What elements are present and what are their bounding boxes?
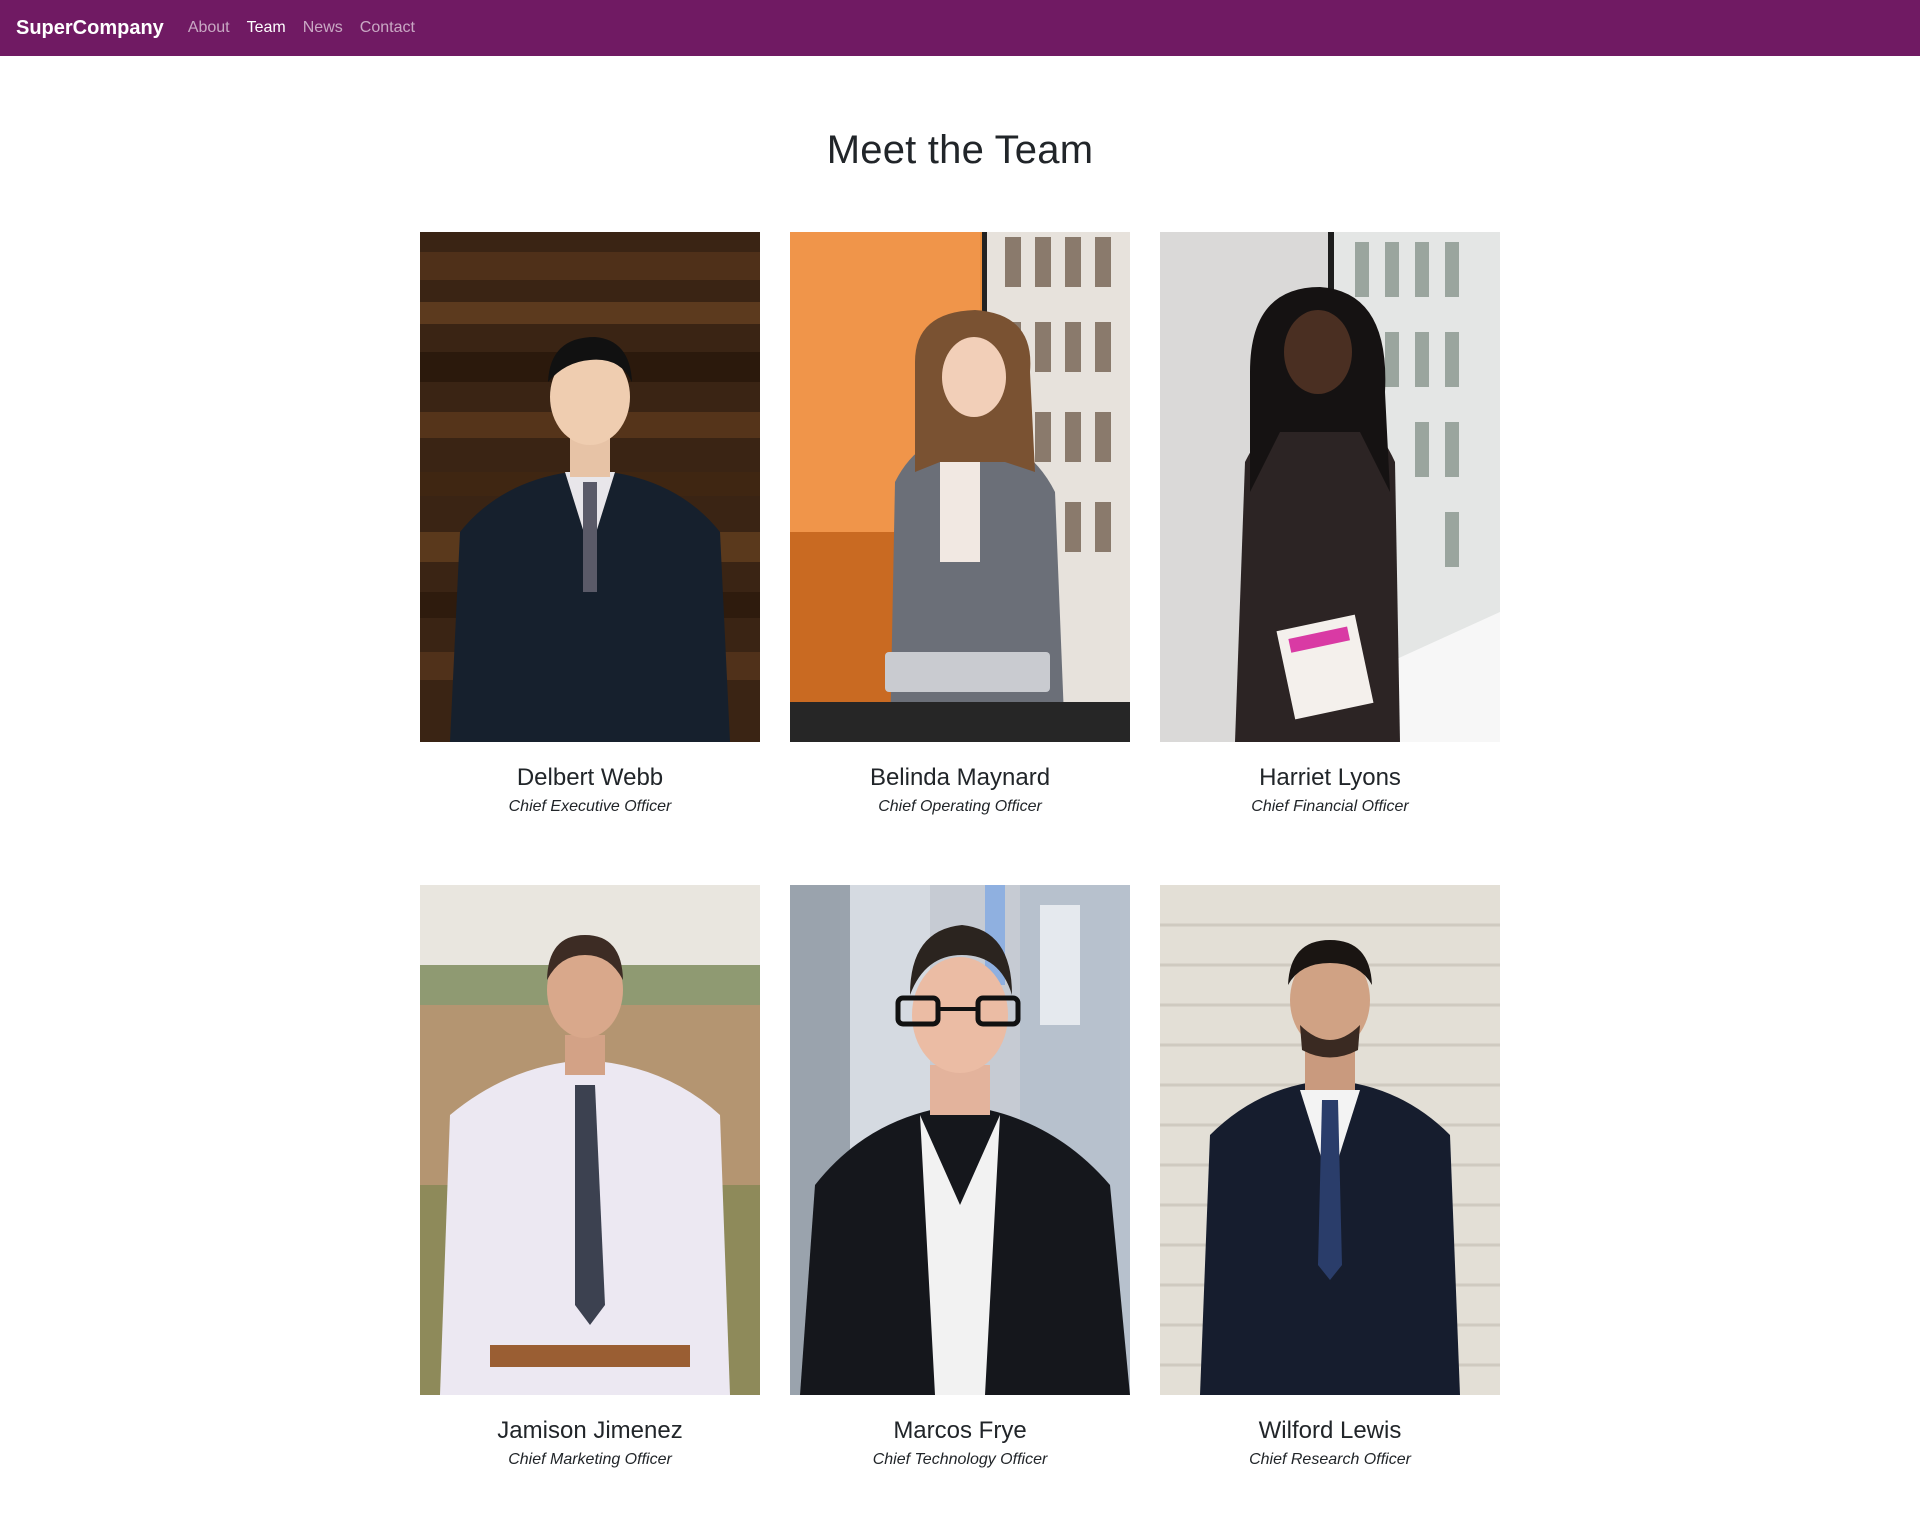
page-title: Meet the Team — [826, 128, 1094, 172]
member-name: Jamison Jimenez — [497, 1417, 683, 1444]
member-name: Belinda Maynard — [869, 764, 1051, 791]
brand-link[interactable]: SuperCompany — [16, 17, 164, 40]
member-name: Delbert Webb — [516, 764, 664, 791]
member-photo — [420, 885, 760, 1395]
member-photo — [790, 885, 1130, 1395]
member-role: Chief Technology Officer — [872, 1451, 1048, 1468]
team-grid: Delbert Webb Chief Executive Officer Bel… — [420, 232, 1500, 1538]
member-role: Chief Marketing Officer — [508, 1451, 672, 1468]
nav-link-news[interactable]: News — [303, 19, 343, 37]
nav-link-contact[interactable]: Contact — [360, 19, 415, 37]
member-role: Chief Financial Officer — [1251, 798, 1409, 815]
member-photo — [790, 232, 1130, 742]
nav-link-team[interactable]: Team — [247, 19, 286, 37]
member-role: Chief Research Officer — [1249, 1451, 1411, 1468]
member-photo — [1160, 232, 1500, 742]
member-name: Harriet Lyons — [1259, 764, 1401, 791]
team-member-card: Belinda Maynard Chief Operating Officer — [790, 232, 1130, 885]
team-member-card: Harriet Lyons Chief Financial Officer — [1160, 232, 1500, 885]
member-name: Wilford Lewis — [1258, 1417, 1402, 1444]
member-role: Chief Operating Officer — [878, 798, 1042, 815]
member-photo — [1160, 885, 1500, 1395]
team-member-card: Wilford Lewis Chief Research Officer — [1160, 885, 1500, 1538]
top-navbar: SuperCompany About Team News Contact — [0, 0, 1920, 56]
member-name: Marcos Frye — [893, 1417, 1027, 1444]
member-photo — [420, 232, 760, 742]
team-member-card: Jamison Jimenez Chief Marketing Officer — [420, 885, 760, 1538]
team-member-card: Delbert Webb Chief Executive Officer — [420, 232, 760, 885]
team-member-card: Marcos Frye Chief Technology Officer — [790, 885, 1130, 1538]
member-role: Chief Executive Officer — [508, 798, 672, 815]
nav-link-about[interactable]: About — [188, 19, 230, 37]
